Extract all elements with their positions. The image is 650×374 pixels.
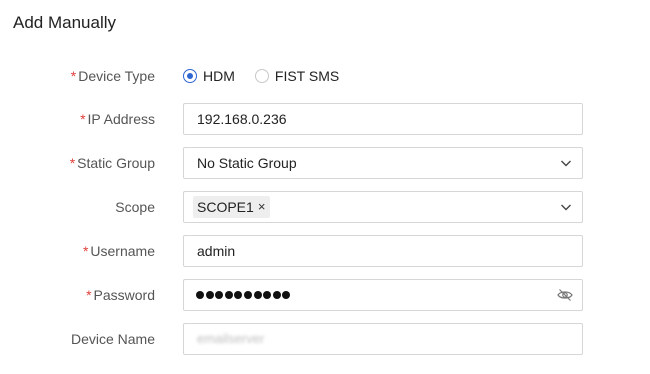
device-name-input[interactable]: emailserver: [183, 323, 583, 355]
password-mask[interactable]: [196, 280, 292, 310]
radio-hdm-label[interactable]: HDM: [203, 68, 235, 84]
device-name-value[interactable]: emailserver: [197, 324, 264, 354]
device-name-row: Device Name emailserver: [0, 323, 650, 355]
scope-select[interactable]: SCOPE1 ×: [183, 191, 583, 223]
password-dot: [224, 291, 233, 299]
username-label-text: Username: [90, 243, 155, 259]
scope-tag: SCOPE1 ×: [193, 196, 271, 218]
page-title: Add Manually: [13, 13, 117, 32]
password-dot: [196, 291, 204, 299]
password-dot: [234, 291, 243, 299]
chevron-down-icon[interactable]: [560, 157, 572, 169]
radio-checked-icon[interactable]: [183, 69, 197, 83]
password-input[interactable]: [183, 279, 583, 311]
static-group-row: * Static Group No Static Group: [0, 147, 650, 179]
username-value[interactable]: admin: [197, 236, 235, 266]
required-marker: *: [86, 287, 92, 303]
scope-row: Scope SCOPE1 ×: [0, 191, 650, 223]
password-dot: [263, 291, 272, 299]
ip-address-value[interactable]: 192.168.0.236: [197, 104, 287, 134]
tag-close-icon[interactable]: ×: [258, 196, 266, 218]
username-row: * Username admin: [0, 235, 650, 267]
static-group-select[interactable]: No Static Group: [183, 147, 583, 179]
required-marker: *: [70, 68, 77, 84]
username-input[interactable]: admin: [183, 235, 583, 267]
password-label: * Password: [86, 279, 155, 311]
static-group-label: * Static Group: [70, 147, 155, 179]
password-dot: [215, 291, 224, 299]
radio-unchecked-icon[interactable]: [254, 69, 269, 83]
device-type-radio-group: HDM FIST SMS: [183, 60, 359, 92]
required-marker: *: [69, 155, 76, 171]
static-group-value[interactable]: No Static Group: [197, 148, 297, 178]
chevron-down-icon[interactable]: [560, 201, 572, 213]
required-marker: *: [80, 111, 86, 127]
device-type-label: * Device Type: [71, 60, 155, 92]
required-marker: *: [82, 243, 89, 259]
radio-fist-sms[interactable]: FIST SMS: [254, 68, 339, 84]
static-group-label-text: Static Group: [77, 155, 155, 171]
ip-address-input[interactable]: 192.168.0.236: [183, 103, 583, 135]
password-dot: [282, 291, 291, 299]
password-row: * Password: [0, 279, 650, 311]
device-name-label: Device Name: [70, 331, 155, 347]
ip-address-label-text: IP Address: [87, 111, 155, 127]
password-dot: [243, 291, 252, 299]
ip-address-label: * IP Address: [80, 103, 155, 135]
radio-hdm[interactable]: HDM: [183, 68, 235, 84]
password-dot: [253, 291, 262, 299]
password-dot: [272, 291, 281, 299]
scope-tag-label: SCOPE1: [197, 199, 254, 215]
radio-fist-sms-label[interactable]: FIST SMS: [275, 68, 339, 84]
eye-slash-icon[interactable]: [557, 288, 573, 302]
ip-address-row: * IP Address 192.168.0.236: [0, 103, 650, 135]
scope-label: Scope: [115, 199, 155, 215]
username-label: * Username: [83, 235, 155, 267]
password-label-text: Password: [93, 287, 155, 303]
device-type-label-text: Device Type: [78, 68, 155, 84]
device-type-row: * Device Type HDM FIST SMS: [0, 60, 650, 92]
password-dot: [205, 291, 214, 299]
